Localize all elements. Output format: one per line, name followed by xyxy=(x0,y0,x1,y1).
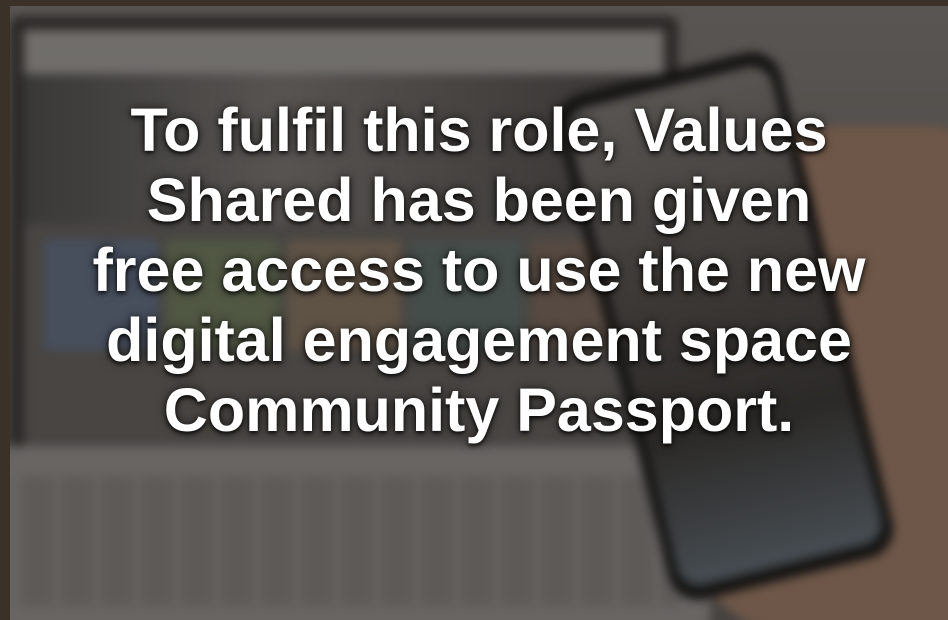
caption: To fulfil this role, Values Shared has b… xyxy=(10,95,948,445)
caption-line: To fulfil this role, Values xyxy=(130,96,828,164)
caption-line: digital engagement space xyxy=(106,306,852,374)
caption-line: Community Passport. xyxy=(163,376,795,444)
caption-line: free access to use the new xyxy=(92,236,866,304)
caption-line: Shared has been given xyxy=(146,166,812,234)
slide: To fulfil this role, Values Shared has b… xyxy=(0,0,948,620)
